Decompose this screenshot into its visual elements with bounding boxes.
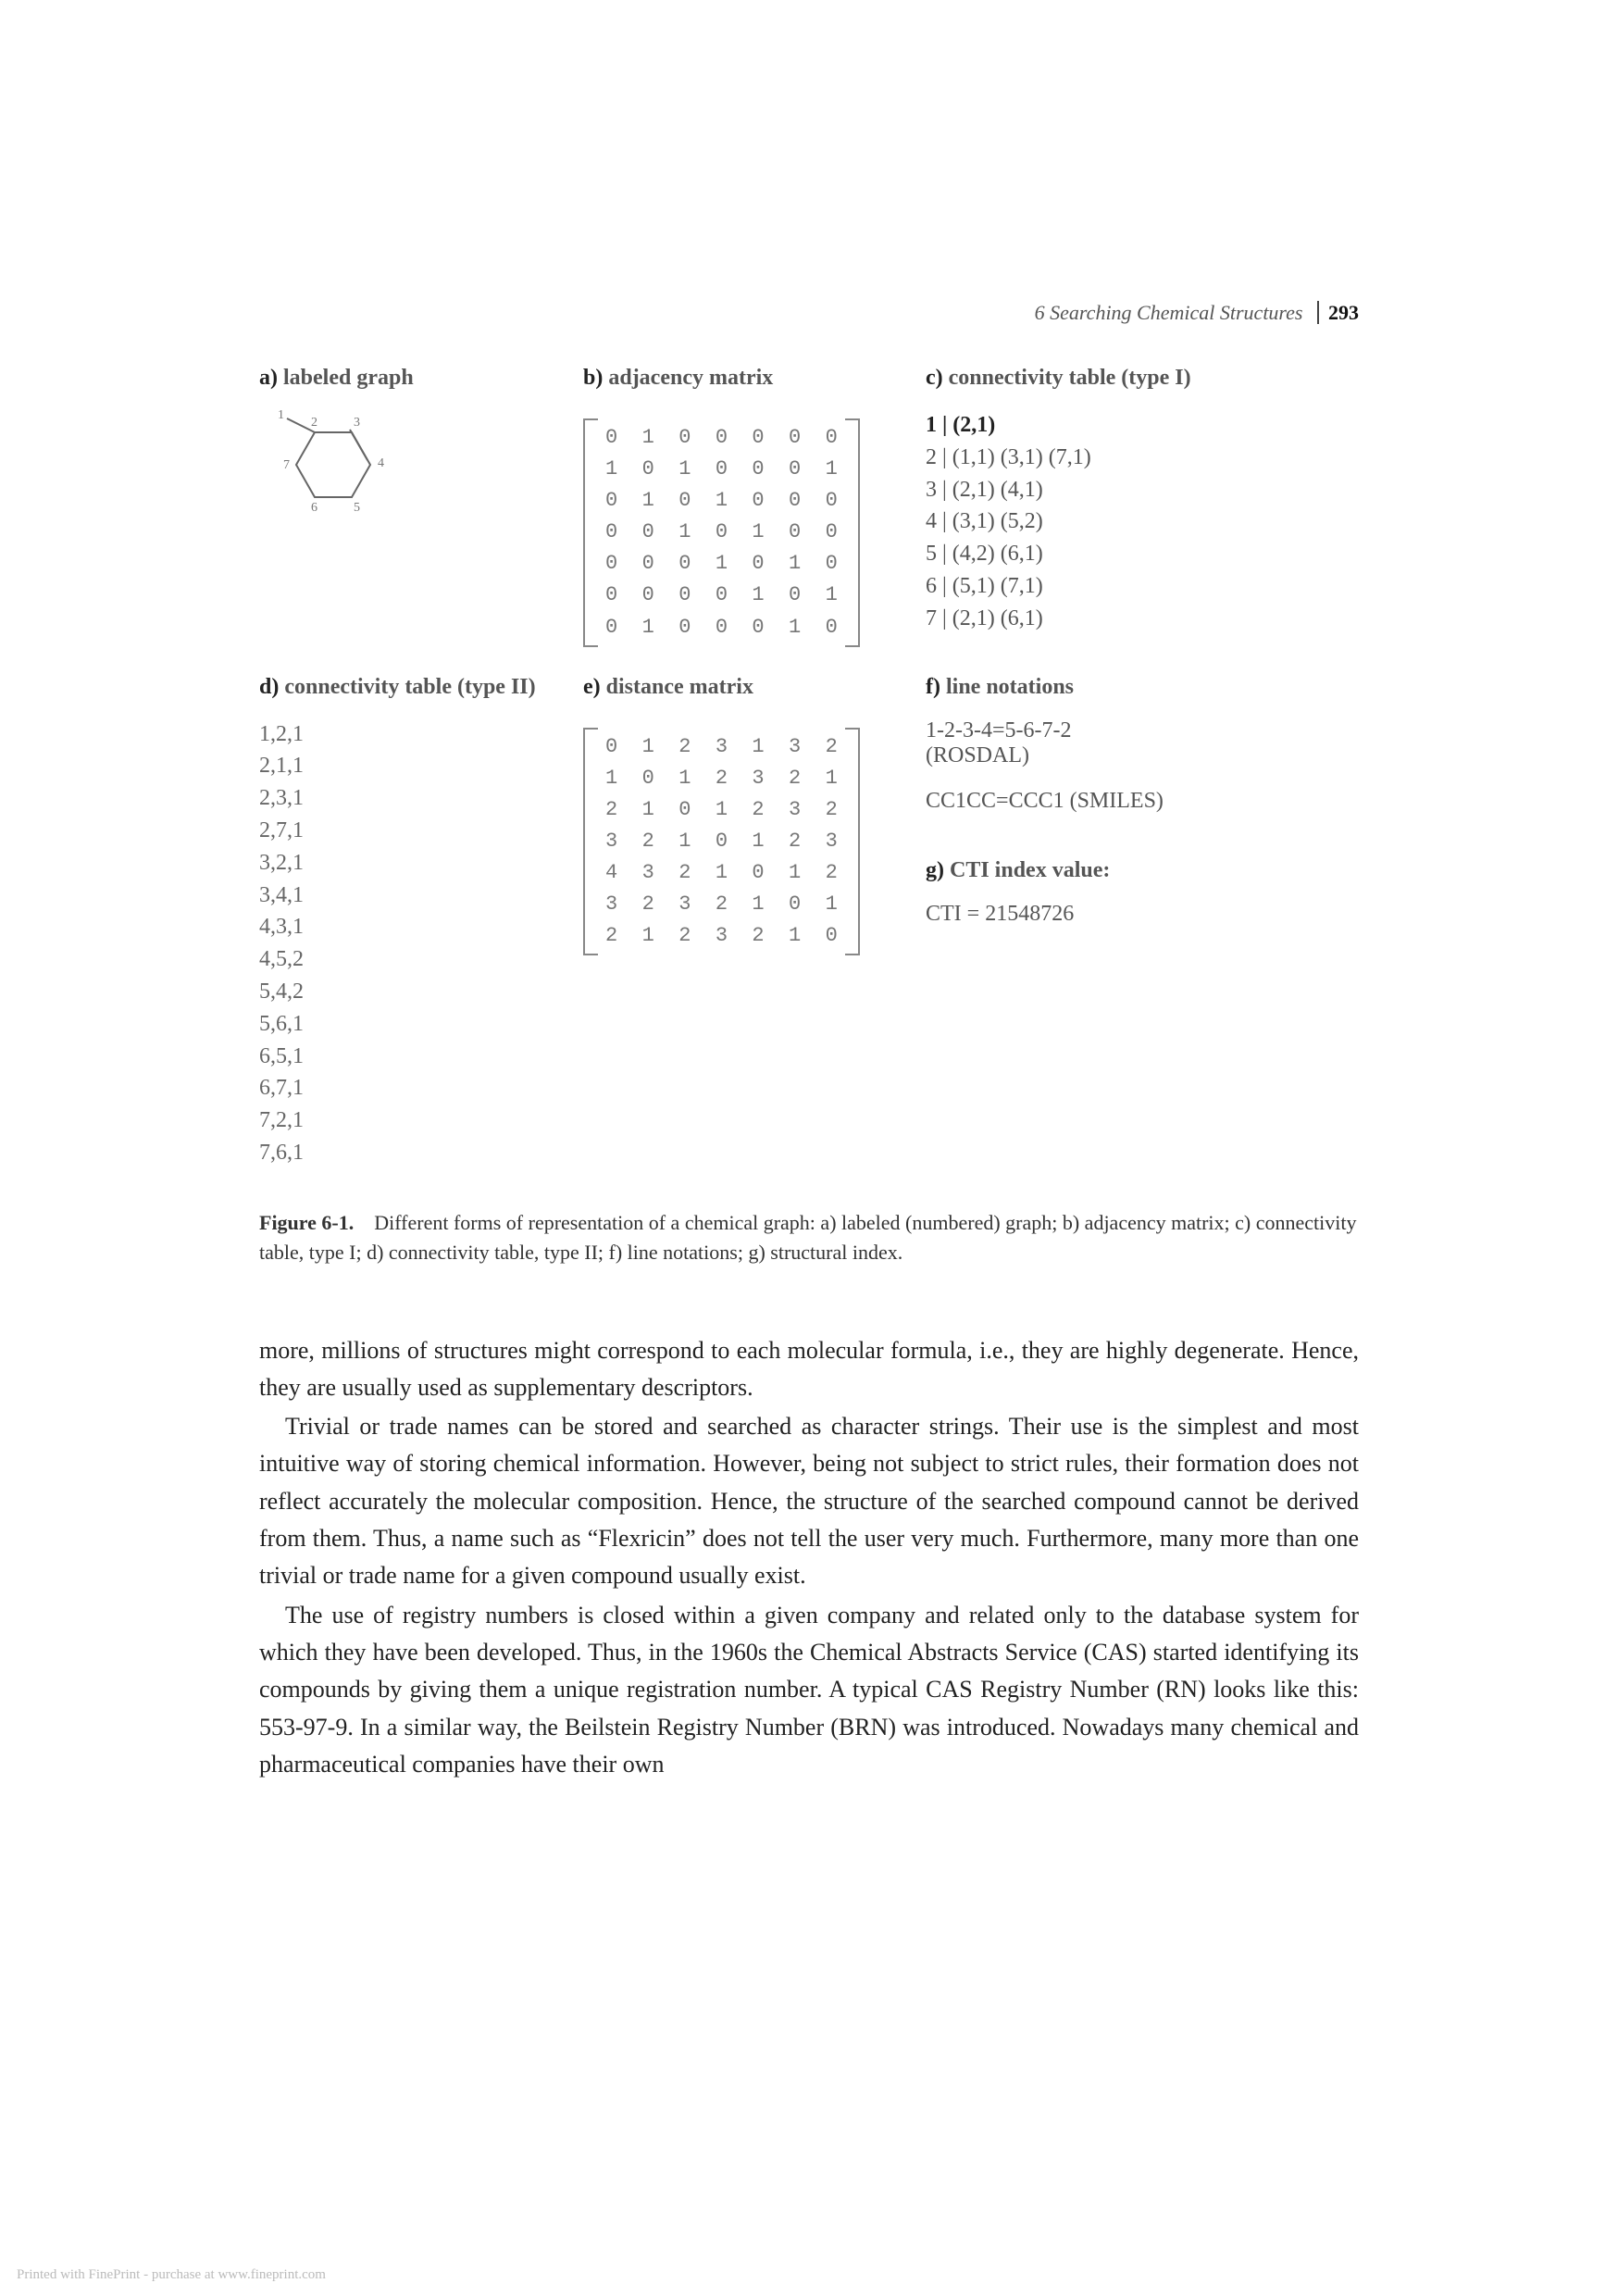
figure-caption-text: Different forms of representation of a c… [259,1211,1357,1264]
section-a-label: a) [259,366,278,390]
svg-text:4: 4 [378,456,384,470]
conn1-row: 5 | (4,2) (6,1) [926,538,1359,570]
labeled-graph-icon: 1 2 3 4 5 6 7 [268,409,574,536]
rosdal-label: (ROSDAL) [926,743,1359,768]
conn1-row: 3 | (2,1) (4,1) [926,474,1359,506]
svg-text:5: 5 [354,501,360,515]
connectivity-table-type1: 1 | (2,1) 2 | (1,1) (3,1) (7,1) 3 | (2,1… [926,409,1359,635]
svg-text:6: 6 [311,501,317,515]
section-a-head: a) labeled graph [259,366,574,391]
figure-6-1: a) labeled graph 1 2 3 4 5 [259,366,1359,1169]
section-c-head: c) connectivity table (type I) [926,366,1359,391]
conn2-row: 6,5,1 [259,1041,574,1073]
section-c-title: connectivity table (type I) [949,366,1191,390]
conn2-row: 7,2,1 [259,1104,574,1137]
connectivity-table-type2: 1,2,1 2,1,1 2,3,1 2,7,1 3,2,1 3,4,1 4,3,… [259,718,574,1169]
running-head: 6 Searching Chemical Structures 293 [259,301,1359,325]
svg-text:2: 2 [311,416,317,430]
distance-matrix: 0 1 2 3 1 3 2 1 0 1 2 3 2 1 2 1 0 1 2 3 … [583,728,860,956]
conn2-row: 7,6,1 [259,1137,574,1169]
smiles-notation: CC1CC=CCC1 (SMILES) [926,789,1359,814]
section-c-label: c) [926,366,943,390]
section-e-label: e) [583,675,601,699]
conn1-row: 1 | (2,1) [926,413,995,437]
paragraph: more, millions of structures might corre… [259,1332,1359,1407]
conn2-row: 5,4,2 [259,976,574,1008]
conn2-row: 4,3,1 [259,911,574,943]
rosdal-value: 1-2-3-4=5-6-7-2 [926,718,1359,743]
conn2-row: 3,4,1 [259,880,574,912]
conn1-row: 7 | (2,1) (6,1) [926,603,1359,635]
figure-caption-label: Figure 6-1. [259,1211,354,1234]
figure-caption: Figure 6-1. Different forms of represent… [259,1208,1359,1267]
section-f-title: line notations [946,675,1074,699]
section-e-head: e) distance matrix [583,675,916,700]
section-e-title: distance matrix [606,675,753,699]
paragraph: Trivial or trade names can be stored and… [259,1408,1359,1594]
section-g-title: CTI index value: [950,858,1110,882]
svg-text:3: 3 [354,416,360,430]
section-d-label: d) [259,675,279,699]
section-d-head: d) connectivity table (type II) [259,675,574,700]
body-text: more, millions of structures might corre… [259,1332,1359,1784]
conn2-row: 5,6,1 [259,1008,574,1041]
section-a-title: labeled graph [283,366,414,390]
conn1-row: 6 | (5,1) (7,1) [926,570,1359,603]
conn1-row: 2 | (1,1) (3,1) (7,1) [926,442,1359,474]
section-f-head: f) line notations [926,675,1359,700]
section-b-title: adjacency matrix [608,366,773,390]
running-head-title: 6 Searching Chemical Structures [1035,301,1303,324]
svg-text:7: 7 [283,458,290,472]
page-number: 293 [1317,301,1359,324]
paragraph: The use of registry numbers is closed wi… [259,1597,1359,1783]
section-d-title: connectivity table (type II) [284,675,535,699]
adjacency-matrix: 0 1 0 0 0 0 0 1 0 1 0 0 0 1 0 1 0 1 0 0 … [583,418,860,647]
conn2-row: 2,1,1 [259,750,574,782]
section-b-head: b) adjacency matrix [583,366,916,391]
section-b-label: b) [583,366,603,390]
conn2-row: 4,5,2 [259,943,574,976]
conn2-row: 2,3,1 [259,782,574,815]
conn2-row: 2,7,1 [259,815,574,847]
section-f-label: f) [926,675,940,699]
svg-text:1: 1 [278,409,284,422]
conn2-row: 1,2,1 [259,718,574,751]
conn2-row: 6,7,1 [259,1072,574,1104]
conn1-row: 4 | (3,1) (5,2) [926,505,1359,538]
print-footer: Printed with FinePrint - purchase at www… [17,2267,326,2283]
section-g-head: g) CTI index value: [926,858,1359,883]
conn2-row: 3,2,1 [259,847,574,880]
section-g-label: g) [926,858,944,882]
cti-value: CTI = 21548726 [926,902,1359,927]
rosdal-notation: 1-2-3-4=5-6-7-2 (ROSDAL) [926,718,1359,768]
